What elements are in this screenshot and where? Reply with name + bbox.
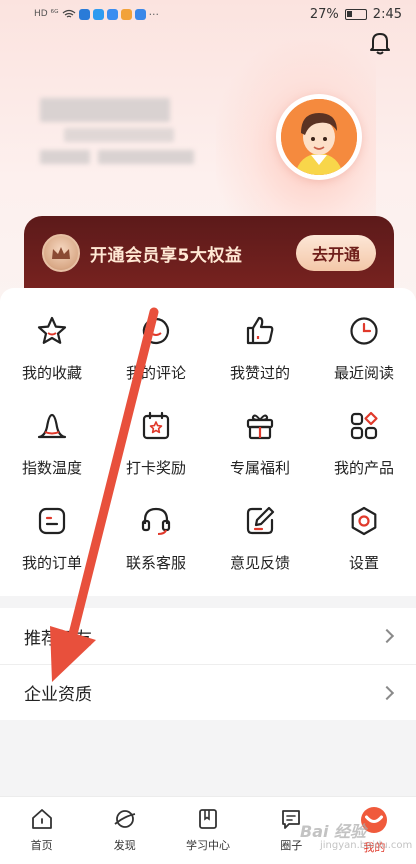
grid-item-favorites[interactable]: 我的收藏 [0, 314, 104, 409]
battery-icon [344, 8, 367, 20]
tab-discover[interactable]: 发现 [83, 797, 166, 864]
more-notifications-icon: ··· [148, 7, 160, 21]
vip-open-button[interactable]: 去开通 [296, 235, 376, 271]
clock-icon [350, 317, 378, 345]
list-item-recommend-friends[interactable]: 推荐好友 [0, 608, 416, 664]
grid-label: 我赞过的 [229, 364, 290, 382]
notification-bell-icon[interactable] [366, 30, 394, 56]
grid-item-checkin-rewards[interactable]: 打卡奖励 [104, 409, 208, 504]
planet-icon [114, 810, 135, 828]
list-item-label: 企业资质 [24, 685, 92, 705]
tab-label: 发现 [113, 839, 136, 852]
grid-label: 专属福利 [229, 459, 290, 477]
list-item-label: 推荐好友 [24, 628, 92, 649]
thumbs-up-icon [246, 316, 274, 345]
tab-label: 学习中心 [186, 839, 230, 852]
battery-percent: 27% [309, 6, 339, 22]
grid-item-exclusive-benefits[interactable]: 专属福利 [208, 409, 312, 504]
status-indicators: HD ⁶ᴳ ··· [34, 8, 159, 21]
clock-time: 2:45 [372, 6, 402, 22]
username-blurred [40, 98, 170, 122]
app-notification-icon [120, 8, 132, 20]
edit-icon [246, 506, 275, 535]
grid-item-customer-service[interactable]: 联系客服 [104, 504, 208, 599]
app-notification-icon [106, 8, 118, 20]
star-icon [37, 316, 67, 344]
app-notification-icon [78, 8, 90, 20]
calendar-star-icon [142, 411, 170, 440]
headset-icon [141, 507, 171, 535]
user-stat-blurred [40, 150, 90, 164]
wifi-icon [62, 9, 75, 18]
grid-item-recent-reading[interactable]: 最近阅读 [312, 314, 416, 409]
avatar-illustration [281, 99, 357, 175]
grid-label: 指数温度 [21, 459, 82, 477]
grid-label: 意见反馈 [229, 554, 290, 572]
vip-crown-icon [42, 234, 80, 272]
tab-study-center[interactable]: 学习中心 [166, 797, 249, 864]
avatar[interactable] [276, 94, 362, 180]
grid-label: 联系客服 [125, 554, 186, 572]
vip-promo-text: 开通会员享5大权益 [90, 245, 243, 266]
grid-label: 设置 [348, 554, 379, 572]
tab-label: 首页 [30, 839, 53, 852]
study-icon [199, 809, 217, 829]
user-info-blurred [64, 128, 174, 142]
shortcut-card: 我的收藏 我的评论 我赞过的 最近阅读 指数温度 打卡奖励 专属福利 我的产品 … [0, 288, 416, 596]
grid-label: 最近阅读 [333, 364, 394, 382]
status-hd-signal: HD ⁶ᴳ [34, 9, 59, 19]
watermark: Bai 经验 [300, 822, 367, 841]
tab-home[interactable]: 首页 [0, 797, 83, 864]
comment-icon [142, 317, 170, 345]
list-item-company-qualification[interactable]: 企业资质 [0, 664, 416, 720]
grid-item-settings[interactable]: 设置 [312, 504, 416, 599]
bell-curve-icon [37, 413, 67, 439]
app-notification-icon [134, 8, 146, 20]
status-bar: HD ⁶ᴳ ··· 27% 2:45 [0, 0, 416, 28]
user-stat-blurred [98, 150, 194, 164]
grid-label: 我的产品 [333, 459, 394, 477]
chevron-right-icon [379, 628, 395, 644]
gift-box-icon [246, 414, 274, 440]
grid-item-index-temperature[interactable]: 指数温度 [0, 409, 104, 504]
grid-item-my-orders[interactable]: 我的订单 [0, 504, 104, 599]
grid-item-liked[interactable]: 我赞过的 [208, 314, 312, 409]
apps-icon [350, 411, 378, 440]
grid-item-my-products[interactable]: 我的产品 [312, 409, 416, 504]
shortcut-grid: 我的收藏 我的评论 我赞过的 最近阅读 指数温度 打卡奖励 专属福利 我的产品 … [0, 314, 416, 599]
order-icon [38, 507, 66, 535]
watermark-url: jingyan.baidu.com [320, 840, 413, 851]
tab-label: 圈子 [280, 839, 303, 852]
chevron-right-icon [379, 685, 395, 700]
grid-item-feedback[interactable]: 意见反馈 [208, 504, 312, 599]
status-right: 27% 2:45 [310, 7, 402, 22]
settings-hex-icon [351, 506, 377, 536]
grid-label: 我的收藏 [21, 364, 82, 382]
menu-list: 推荐好友 企业资质 [0, 608, 416, 720]
grid-label: 我的订单 [21, 554, 82, 572]
app-notification-icon [92, 8, 104, 20]
home-icon [31, 809, 52, 829]
vip-banner[interactable]: 开通会员享5大权益 去开通 [24, 216, 394, 296]
grid-item-comments[interactable]: 我的评论 [104, 314, 208, 409]
grid-label: 打卡奖励 [125, 459, 186, 477]
grid-label: 我的评论 [125, 364, 186, 382]
